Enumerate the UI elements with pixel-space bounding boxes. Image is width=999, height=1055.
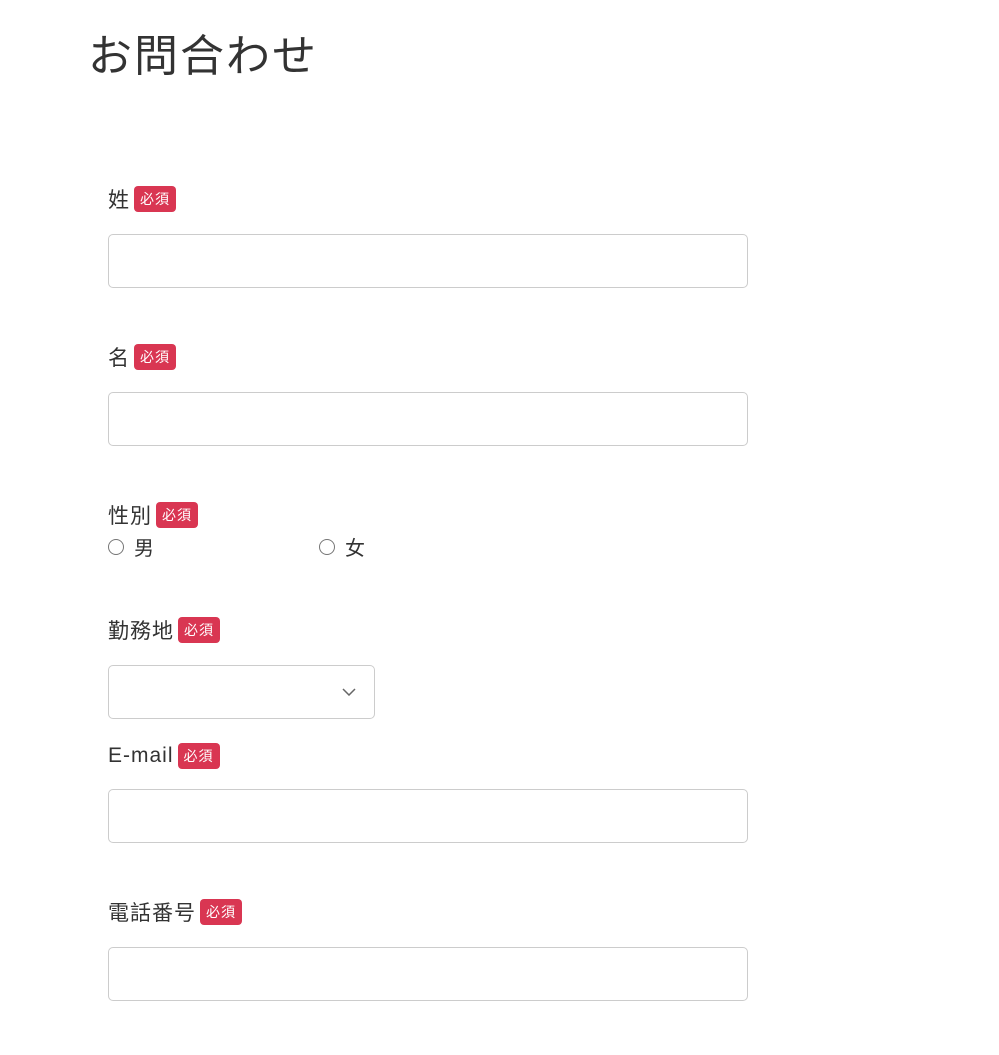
phone-input[interactable] bbox=[108, 947, 748, 1001]
field-group-last-name: 姓 必須 bbox=[108, 184, 748, 288]
field-group-workplace: 勤務地 必須 bbox=[108, 615, 748, 719]
required-badge: 必須 bbox=[178, 617, 220, 643]
first-name-label: 名 必須 bbox=[108, 342, 748, 372]
workplace-label-text: 勤務地 bbox=[108, 615, 174, 645]
required-badge: 必須 bbox=[134, 186, 176, 212]
required-badge: 必須 bbox=[200, 899, 242, 925]
required-badge: 必須 bbox=[156, 502, 198, 528]
last-name-label-text: 姓 bbox=[108, 184, 130, 214]
gender-male-text: 男 bbox=[134, 532, 154, 561]
gender-radio-female[interactable] bbox=[319, 539, 335, 555]
gender-label: 性別 必須 bbox=[108, 500, 748, 530]
email-label: E-mail 必須 bbox=[108, 743, 748, 769]
page-title: お問合わせ bbox=[88, 20, 999, 84]
field-group-phone: 電話番号 必須 bbox=[108, 897, 748, 1001]
first-name-input[interactable] bbox=[108, 392, 748, 446]
field-group-first-name: 名 必須 bbox=[108, 342, 748, 446]
last-name-input[interactable] bbox=[108, 234, 748, 288]
email-label-text: E-mail bbox=[108, 744, 174, 768]
gender-female-text: 女 bbox=[345, 532, 365, 561]
workplace-select[interactable] bbox=[108, 665, 375, 719]
required-badge: 必須 bbox=[134, 344, 176, 370]
form-container: お問合わせ 姓 必須 名 必須 性別 必須 男 bbox=[0, 0, 999, 1001]
gender-label-text: 性別 bbox=[108, 500, 152, 530]
workplace-label: 勤務地 必須 bbox=[108, 615, 748, 645]
required-badge: 必須 bbox=[178, 743, 220, 769]
first-name-label-text: 名 bbox=[108, 342, 130, 372]
email-input[interactable] bbox=[108, 789, 748, 843]
field-group-gender: 性別 必須 男 女 bbox=[108, 500, 748, 561]
phone-label-text: 電話番号 bbox=[108, 897, 196, 927]
phone-label: 電話番号 必須 bbox=[108, 897, 748, 927]
field-group-email: E-mail 必須 bbox=[108, 743, 748, 843]
contact-form: 姓 必須 名 必須 性別 必須 男 bbox=[88, 184, 748, 1001]
gender-radio-row: 男 女 bbox=[108, 532, 748, 561]
gender-option-male[interactable]: 男 bbox=[108, 532, 154, 561]
gender-radio-male[interactable] bbox=[108, 539, 124, 555]
last-name-label: 姓 必須 bbox=[108, 184, 748, 214]
gender-option-female[interactable]: 女 bbox=[319, 532, 365, 561]
